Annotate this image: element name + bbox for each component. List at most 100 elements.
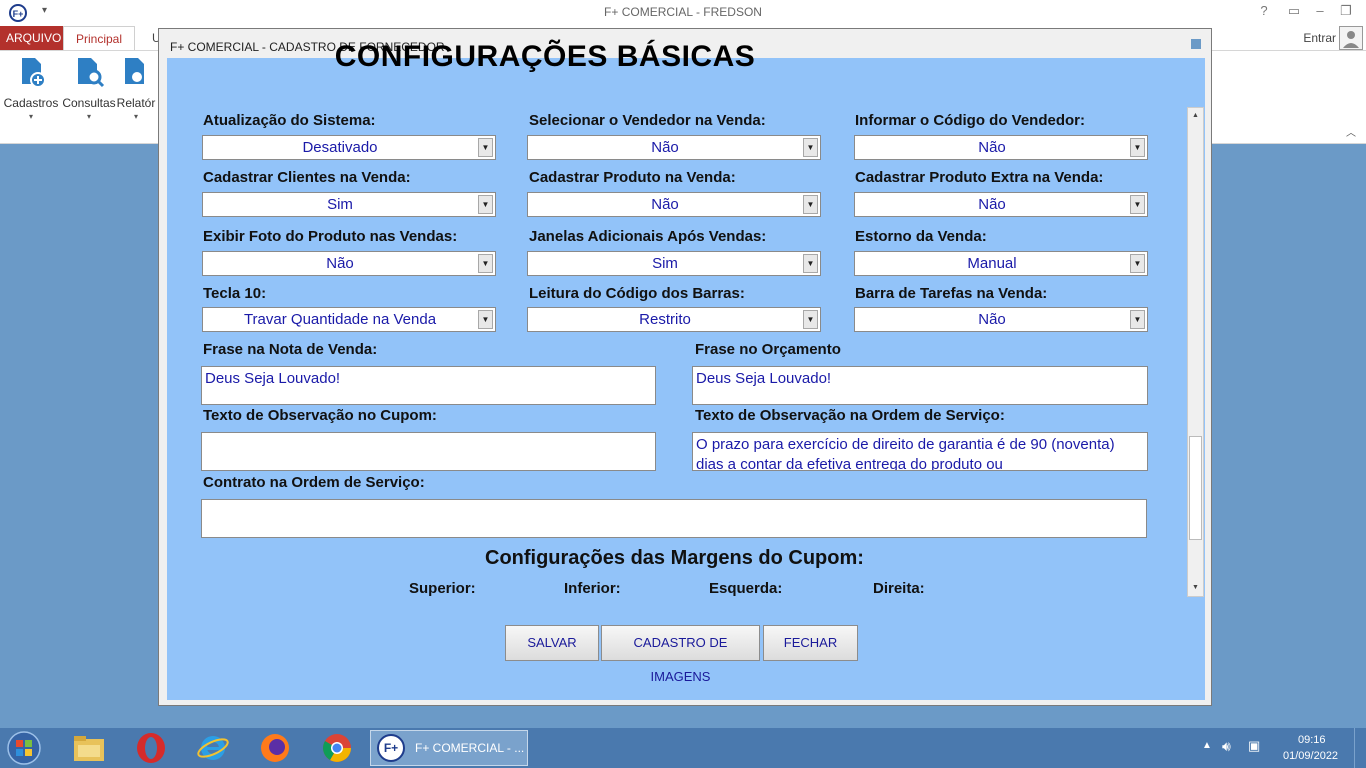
chrome-icon[interactable] bbox=[320, 732, 354, 764]
salvar-button[interactable]: SALVAR bbox=[505, 625, 599, 661]
dropdown-arrow-icon[interactable]: ▼ bbox=[1130, 138, 1145, 157]
chevron-down-icon: ▾ bbox=[28, 112, 33, 121]
obs-os-label: Texto de Observação na Ordem de Serviço: bbox=[695, 407, 1005, 424]
dropdown-arrow-icon[interactable]: ▼ bbox=[478, 310, 493, 329]
cadastrar-clientes-select[interactable]: Sim ▼ bbox=[202, 192, 496, 217]
dropdown-arrow-icon[interactable]: ▼ bbox=[803, 254, 818, 273]
estorno-label: Estorno da Venda: bbox=[855, 228, 987, 245]
selecionar-vendedor-label: Selecionar o Vendedor na Venda: bbox=[529, 112, 766, 129]
clock-date[interactable]: 01/09/2022 bbox=[1283, 750, 1338, 762]
internet-explorer-icon[interactable] bbox=[196, 732, 230, 764]
dropdown-arrow-icon[interactable]: ▼ bbox=[478, 138, 493, 157]
select-value: Não bbox=[978, 196, 1006, 213]
janelas-adicionais-label: Janelas Adicionais Após Vendas: bbox=[529, 228, 767, 245]
dropdown-arrow-icon[interactable]: ▼ bbox=[803, 310, 818, 329]
dropdown-arrow-icon[interactable]: ▼ bbox=[803, 195, 818, 214]
ribbon-label: Relatór bbox=[116, 96, 156, 110]
firefox-icon[interactable] bbox=[258, 732, 292, 764]
dialog-close-button[interactable] bbox=[1191, 39, 1201, 49]
dropdown-arrow-icon[interactable]: ▼ bbox=[1130, 254, 1145, 273]
taskbar-app-label: F+ COMERCIAL - ... bbox=[415, 741, 525, 755]
obs-cupom-field[interactable] bbox=[201, 432, 656, 471]
network-icon[interactable]: ▣ bbox=[1248, 738, 1260, 754]
leitura-codigo-select[interactable]: Restrito ▼ bbox=[527, 307, 821, 332]
chevron-down-icon: ▾ bbox=[133, 112, 138, 121]
dropdown-arrow-icon[interactable]: ▼ bbox=[478, 195, 493, 214]
dropdown-arrow-icon[interactable]: ▼ bbox=[803, 138, 818, 157]
select-value: Restrito bbox=[639, 311, 691, 328]
select-value: Travar Quantidade na Venda bbox=[243, 311, 437, 328]
informar-codigo-label: Informar o Código do Vendedor: bbox=[855, 112, 1085, 129]
page-title: CONFIGURAÇÕES BÁSICAS bbox=[334, 40, 756, 73]
contrato-field[interactable] bbox=[201, 499, 1147, 538]
dropdown-arrow-icon[interactable]: ▼ bbox=[478, 254, 493, 273]
select-value: Desativado bbox=[302, 139, 378, 156]
chevron-down-icon: ▾ bbox=[86, 112, 91, 121]
minimize-button[interactable]: – bbox=[1308, 3, 1332, 18]
frase-nota-label: Frase na Nota de Venda: bbox=[203, 341, 378, 358]
user-avatar-icon[interactable] bbox=[1339, 26, 1363, 50]
start-button-icon[interactable] bbox=[4, 730, 44, 766]
sign-in-link[interactable]: Entrar bbox=[1303, 31, 1336, 45]
ribbon-label: Cadastros bbox=[3, 96, 59, 110]
select-value: Não bbox=[651, 196, 679, 213]
ribbon-display-icon[interactable]: ▭ bbox=[1282, 3, 1306, 19]
select-value: Manual bbox=[967, 255, 1017, 272]
taskbar-active-app[interactable]: F+ F+ COMERCIAL - ... bbox=[370, 730, 528, 766]
leitura-codigo-label: Leitura do Código dos Barras: bbox=[529, 285, 745, 302]
selecionar-vendedor-select[interactable]: Não ▼ bbox=[527, 135, 821, 160]
select-value: Não bbox=[978, 311, 1006, 328]
tecla10-label: Tecla 10: bbox=[203, 285, 267, 302]
tray-expand-icon[interactable]: ▲ bbox=[1202, 740, 1212, 751]
margem-inferior-label: Inferior: bbox=[564, 580, 621, 597]
atualizacao-label: Atualização do Sistema: bbox=[203, 112, 376, 129]
help-button[interactable]: ? bbox=[1252, 3, 1276, 18]
cadastro-imagens-button[interactable]: CADASTRO DE IMAGENS bbox=[601, 625, 760, 684]
clock-time[interactable]: 09:16 bbox=[1298, 734, 1326, 746]
fechar-button[interactable]: FECHAR bbox=[763, 625, 858, 661]
atualizacao-select[interactable]: Desativado ▼ bbox=[202, 135, 496, 160]
select-value: Não bbox=[326, 255, 354, 272]
restore-button[interactable]: ❐ bbox=[1334, 3, 1358, 19]
informar-codigo-select[interactable]: Não ▼ bbox=[854, 135, 1148, 160]
frase-nota-field[interactable]: Deus Seja Louvado! bbox=[201, 366, 656, 405]
tecla10-select[interactable]: Travar Quantidade na Venda ▼ bbox=[202, 307, 496, 332]
ribbon-label: Consultas bbox=[62, 96, 116, 110]
cadastrar-produto-extra-select[interactable]: Não ▼ bbox=[854, 192, 1148, 217]
dropdown-arrow-icon[interactable]: ▼ bbox=[1130, 195, 1145, 214]
cadastrar-produto-label: Cadastrar Produto na Venda: bbox=[529, 169, 736, 186]
app-badge-icon: F+ bbox=[377, 734, 405, 762]
collapse-ribbon-icon[interactable]: ︿ bbox=[1346, 124, 1356, 139]
obs-os-field[interactable]: O prazo para exercício de direito de gar… bbox=[692, 432, 1148, 471]
app-titlebar: F+ ▾ F+ COMERCIAL - FREDSON ? ▭ – ❐ bbox=[0, 0, 1366, 26]
dropdown-arrow-icon[interactable]: ▼ bbox=[1130, 310, 1145, 329]
margens-heading: Configurações das Margens do Cupom: bbox=[485, 547, 864, 569]
cadastrar-clientes-label: Cadastrar Clientes na Venda: bbox=[203, 169, 411, 186]
volume-icon[interactable]: 🔊︎ bbox=[1222, 738, 1231, 755]
janelas-adicionais-select[interactable]: Sim ▼ bbox=[527, 251, 821, 276]
scroll-thumb[interactable] bbox=[1189, 436, 1202, 540]
margem-esquerda-label: Esquerda: bbox=[709, 580, 783, 597]
cadastrar-produto-select[interactable]: Não ▼ bbox=[527, 192, 821, 217]
select-value: Não bbox=[651, 139, 679, 156]
obs-cupom-label: Texto de Observação no Cupom: bbox=[203, 407, 437, 424]
estorno-select[interactable]: Manual ▼ bbox=[854, 251, 1148, 276]
barra-tarefas-select[interactable]: Não ▼ bbox=[854, 307, 1148, 332]
select-value: Sim bbox=[652, 255, 678, 272]
frase-orcamento-label: Frase no Orçamento bbox=[695, 341, 841, 358]
select-value: Sim bbox=[327, 196, 353, 213]
file-explorer-icon[interactable] bbox=[72, 733, 106, 763]
contrato-label: Contrato na Ordem de Serviço: bbox=[203, 474, 425, 491]
scroll-up-icon[interactable]: ▲ bbox=[1188, 109, 1203, 123]
frase-orcamento-field[interactable]: Deus Seja Louvado! bbox=[692, 366, 1148, 405]
exibir-foto-label: Exibir Foto do Produto nas Vendas: bbox=[203, 228, 458, 245]
select-value: Não bbox=[978, 139, 1006, 156]
barra-tarefas-label: Barra de Tarefas na Venda: bbox=[855, 285, 1048, 302]
opera-icon[interactable] bbox=[134, 732, 168, 764]
scroll-down-icon[interactable]: ▼ bbox=[1188, 581, 1203, 595]
vertical-scrollbar[interactable]: ▲ ▼ bbox=[1187, 107, 1204, 597]
window-title: F+ COMERCIAL - FREDSON bbox=[604, 5, 762, 19]
show-desktop-button[interactable] bbox=[1354, 728, 1366, 768]
exibir-foto-select[interactable]: Não ▼ bbox=[202, 251, 496, 276]
margem-superior-label: Superior: bbox=[409, 580, 476, 597]
